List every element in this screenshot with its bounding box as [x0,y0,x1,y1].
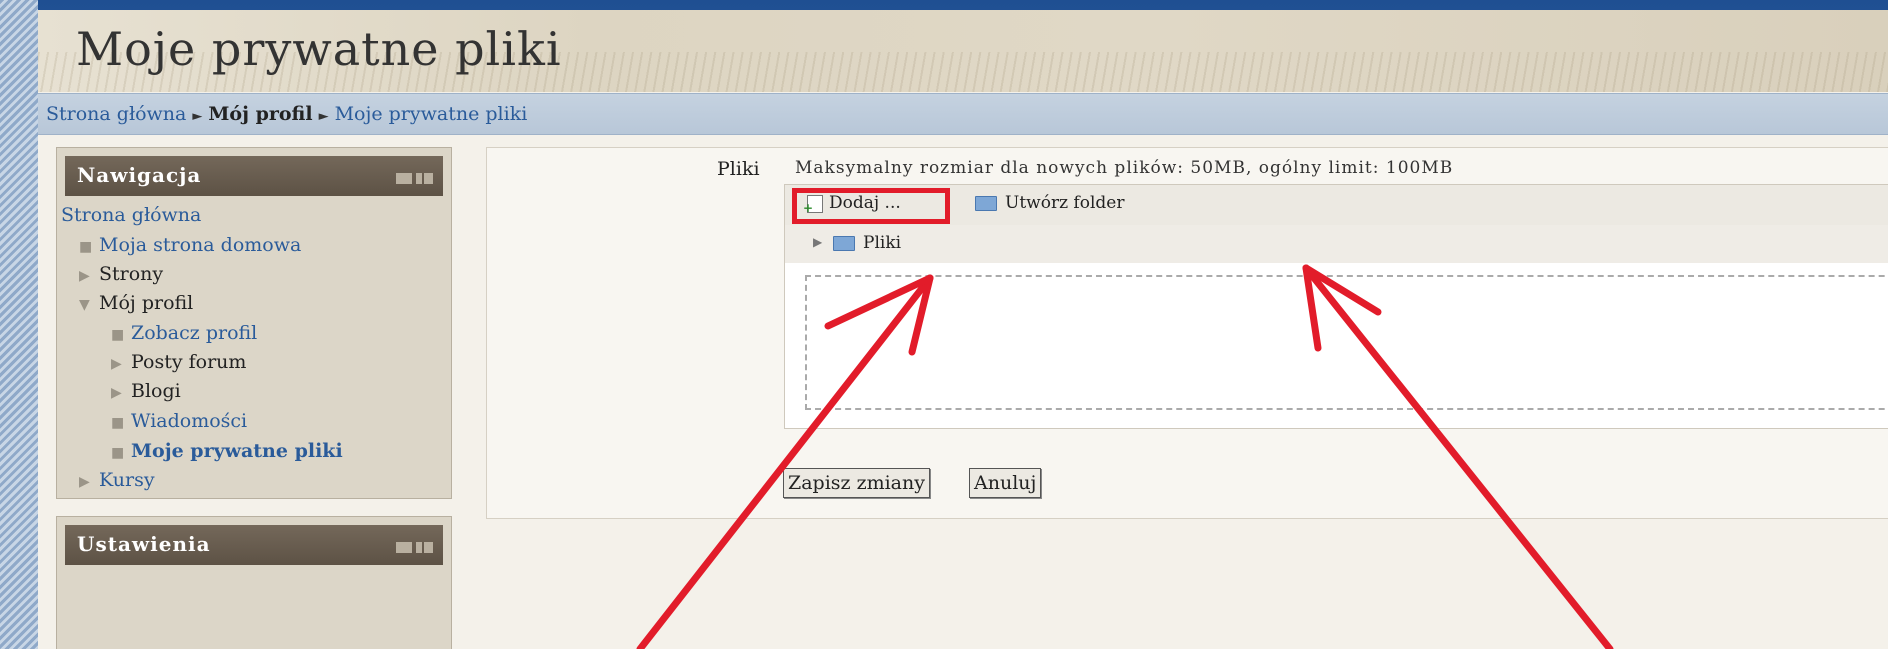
save-changes-button[interactable]: Zapisz zmiany [783,468,930,498]
nav-item-label: Wiadomości [131,410,248,432]
nav-item-view-profile[interactable]: ■ Zobacz profil [111,322,257,344]
settings-block-header: Ustawienia [65,525,443,565]
create-folder-icon [975,196,997,211]
collapsed-arrow-icon: ▶ [111,385,122,401]
create-folder-label: Utwórz folder [1005,193,1125,213]
nav-item-courses[interactable]: ▶ Kursy [79,469,155,491]
tree-expand-icon[interactable]: ▶ [813,235,822,249]
breadcrumb-separator-icon: ► [192,109,203,124]
breadcrumb-profile[interactable]: Mój profil [208,103,312,125]
nav-item-my-home[interactable]: ■ Moja strona domowa [79,234,301,256]
nav-item-label: Kursy [99,469,155,491]
nav-item-forum-posts[interactable]: ▶ Posty forum [111,351,246,373]
nav-home[interactable]: Strona główna [61,204,201,226]
nav-item-label: Strony [99,263,164,285]
collapsed-arrow-icon: ▶ [79,474,90,490]
settings-block: Ustawienia [56,516,452,649]
cancel-button[interactable]: Anuluj [969,468,1042,498]
dock-block-icon[interactable] [416,173,422,184]
nav-item-label: Moje prywatne pliki [131,440,343,462]
file-area [784,263,1888,429]
moodle-page: Moje prywatne pliki Strona główna ► Mój pr… [38,10,1888,649]
dock-block-icon[interactable] [416,542,422,553]
add-button-highlight [792,188,950,224]
nav-item-label: Zobacz profil [131,322,258,344]
block-controls [396,169,433,188]
nav-item-my-profile[interactable]: ▼ Mój profil [79,292,193,314]
navigation-block-header: Nawigacja [65,156,443,196]
nav-item-label: Blogi [131,380,181,402]
page-title: Moje prywatne pliki [76,22,562,76]
folder-icon [833,236,855,251]
bullet-icon: ■ [79,239,93,255]
nav-item-label: Moja strona domowa [99,234,302,256]
create-folder-button[interactable]: Utwórz folder [975,193,1124,213]
nav-item-private-files[interactable]: ■ Moje prywatne pliki [111,440,343,462]
max-size-info: Maksymalny rozmiar dla nowych plików: 50… [795,158,1454,178]
breadcrumb-home[interactable]: Strona główna [46,103,186,125]
dock-block-icon-part[interactable] [424,542,433,553]
collapse-block-icon[interactable] [396,173,412,184]
drop-zone[interactable] [805,275,1888,410]
expanded-arrow-icon: ▼ [79,297,90,313]
breadcrumb: Strona główna ► Mój profil ► Moje prywatne p… [46,103,527,125]
collapse-block-icon[interactable] [396,542,412,553]
collapsed-arrow-icon: ▶ [111,356,122,372]
folder-tree: ▶ Pliki [784,225,1888,264]
nav-item-pages[interactable]: ▶ Strony [79,263,163,285]
nav-item-label: Mój profil [99,292,194,314]
navigation-block: Nawigacja Strona główna ■ Moja strona dom… [56,147,452,616]
block-controls [396,538,433,557]
file-manager-panel: Pliki Maksymalny rozmiar dla nowych plik… [486,147,1888,519]
bullet-icon: ■ [111,445,125,461]
settings-title: Ustawienia [77,532,211,556]
nav-item-blogs[interactable]: ▶ Blogi [111,380,181,402]
root-folder-label: Pliki [863,233,902,253]
bullet-icon: ■ [111,327,125,343]
bullet-icon: ■ [111,415,125,431]
breadcrumb-bar: Strona główna ► Mój profil ► Moje prywatne p… [38,93,1888,135]
breadcrumb-current[interactable]: Moje prywatne pliki [335,103,528,125]
collapsed-arrow-icon: ▶ [79,268,90,284]
nav-item-label: Posty forum [131,351,247,373]
dock-block-icon-part[interactable] [424,173,433,184]
breadcrumb-separator-icon: ► [318,109,329,124]
left-decorative-stripe [0,0,38,649]
nav-item-messages[interactable]: ■ Wiadomości [111,410,247,432]
root-folder[interactable]: Pliki [833,233,901,253]
navigation-title: Nawigacja [77,163,202,187]
files-label: Pliki [717,158,760,180]
